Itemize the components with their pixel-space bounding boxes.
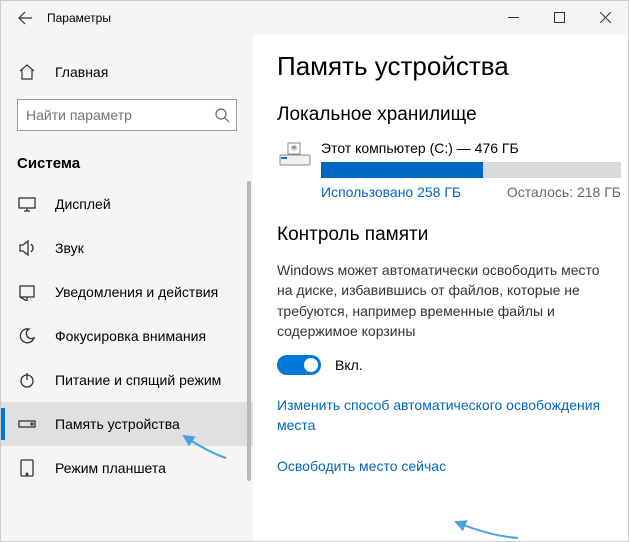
- close-icon: [600, 12, 611, 23]
- power-icon: [17, 370, 37, 390]
- drive-free-label: Осталось: 218 ГБ: [507, 184, 621, 200]
- sidebar-item-label: Уведомления и действия: [55, 284, 218, 300]
- minimize-icon: [508, 12, 519, 23]
- sidebar-item-notifications[interactable]: Уведомления и действия: [1, 270, 253, 314]
- sidebar-item-label: Память устройства: [55, 416, 180, 432]
- sidebar-item-display[interactable]: Дисплей: [1, 182, 253, 226]
- free-space-now-link[interactable]: Освободить место сейчас: [277, 456, 604, 476]
- page-title: Память устройства: [277, 51, 604, 82]
- window-controls: [490, 1, 628, 33]
- arrow-left-icon: [17, 10, 33, 26]
- sidebar-item-focus[interactable]: Фокусировка внимания: [1, 314, 253, 358]
- sidebar-home[interactable]: Главная: [1, 55, 253, 89]
- storage-sense-description: Windows может автоматически освободить м…: [277, 260, 604, 341]
- sidebar-item-label: Дисплей: [55, 196, 111, 212]
- sidebar-item-label: Режим планшета: [55, 460, 166, 476]
- sidebar-item-label: Питание и спящий режим: [55, 372, 221, 388]
- home-icon: [17, 63, 37, 81]
- sidebar-home-label: Главная: [55, 64, 108, 80]
- local-storage-heading: Локальное хранилище: [277, 104, 604, 126]
- sidebar-item-label: Звук: [55, 240, 84, 256]
- search-icon: [214, 107, 230, 123]
- minimize-button[interactable]: [490, 1, 536, 33]
- tablet-icon: [17, 458, 37, 478]
- content: Память устройства Локальное хранилище Эт…: [253, 35, 628, 541]
- change-auto-free-link[interactable]: Изменить способ автоматического освобожд…: [277, 395, 604, 436]
- maximize-icon: [554, 12, 565, 23]
- search-box[interactable]: [17, 99, 237, 131]
- back-button[interactable]: [9, 2, 41, 34]
- notifications-icon: [17, 282, 37, 302]
- drive-name: Этот компьютер (C:) — 476 ГБ: [321, 140, 621, 156]
- sound-icon: [17, 238, 37, 258]
- drive-block[interactable]: Этот компьютер (C:) — 476 ГБ Использован…: [277, 140, 604, 200]
- drive-usage-bar: [321, 162, 621, 178]
- display-icon: [17, 194, 37, 214]
- sidebar-item-storage[interactable]: Память устройства: [1, 402, 253, 446]
- sidebar-item-tablet[interactable]: Режим планшета: [1, 446, 253, 490]
- sidebar-item-label: Фокусировка внимания: [55, 328, 206, 344]
- sidebar-item-power[interactable]: Питание и спящий режим: [1, 358, 253, 402]
- sidebar-item-sound[interactable]: Звук: [1, 226, 253, 270]
- sidebar-group-heading: Система: [1, 149, 253, 182]
- focus-icon: [17, 326, 37, 346]
- titlebar: Параметры: [1, 1, 628, 35]
- window-title: Параметры: [47, 11, 111, 25]
- sidebar: Главная Система Дисплей Звук: [1, 35, 253, 541]
- storage-icon: [17, 414, 37, 434]
- sidebar-scrollbar[interactable]: [247, 181, 251, 481]
- storage-sense-toggle[interactable]: [277, 355, 321, 375]
- search-input[interactable]: [26, 107, 214, 123]
- drive-used-link[interactable]: Использовано 258 ГБ: [321, 184, 461, 200]
- storage-sense-heading: Контроль памяти: [277, 224, 604, 246]
- toggle-state-label: Вкл.: [335, 357, 363, 373]
- close-button[interactable]: [582, 1, 628, 33]
- drive-icon: [279, 140, 311, 170]
- maximize-button[interactable]: [536, 1, 582, 33]
